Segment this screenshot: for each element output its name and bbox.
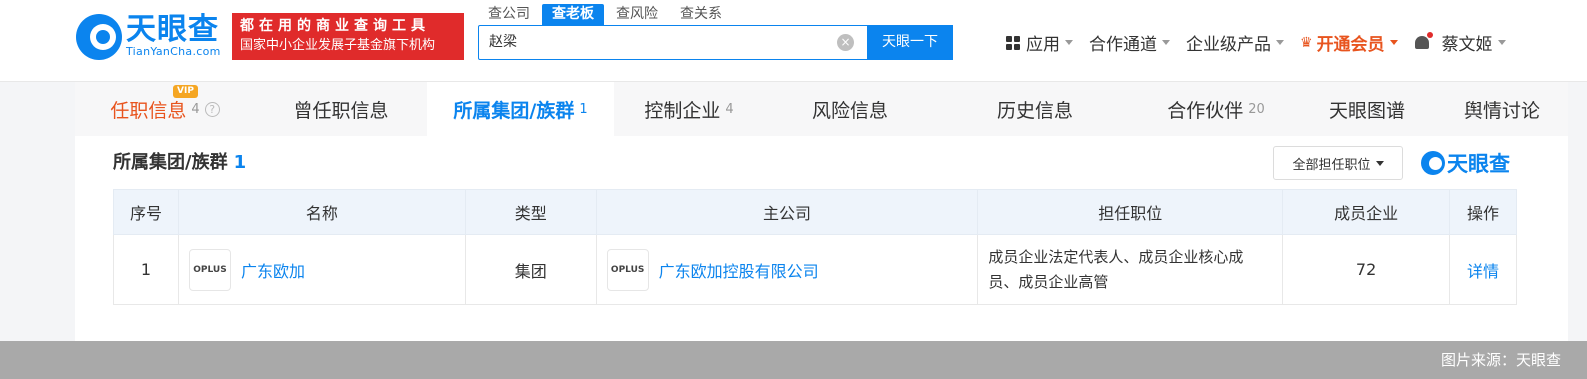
- row-index: 1: [113, 234, 179, 305]
- search-tab-company[interactable]: 查公司: [478, 4, 540, 25]
- image-source-text: 图片来源：天眼查: [1440, 351, 1561, 369]
- tianyancha-logo[interactable]: 天眼查 TianYanCha.com: [76, 14, 221, 60]
- eye-logo-icon: [1421, 151, 1445, 175]
- company-logo[interactable]: OPLUS: [606, 248, 649, 291]
- tab-group[interactable]: 所属集团/族群 1: [427, 82, 614, 136]
- banner-line-1: 都在用的商业查询工具: [240, 18, 430, 34]
- tab-history[interactable]: 历史信息: [936, 82, 1134, 136]
- top-nav: 应用 合作通道 企业级产品 ♛ 开通会员 蔡文姬: [1006, 30, 1522, 55]
- tab-label: 合作伙伴: [1167, 99, 1244, 122]
- search-tab-relation[interactable]: 查关系: [670, 4, 732, 25]
- tab-label: 天眼图谱: [1328, 99, 1405, 122]
- promo-banner: 都在用的商业查询工具 国家中小企业发展子基金旗下机构: [232, 13, 464, 60]
- section-title: 所属集团/族群 1: [113, 148, 246, 174]
- search-box: × 天眼一下: [478, 25, 953, 60]
- nav-channels[interactable]: 合作通道: [1089, 30, 1170, 55]
- row-position: 成员企业法定代表人、成员企业核心成员、成员企业高管: [977, 234, 1284, 305]
- nav-enterprise[interactable]: 企业级产品: [1186, 30, 1284, 55]
- parent-company-link[interactable]: 广东欧加控股有限公司: [659, 258, 819, 282]
- tab-controlled-companies[interactable]: 控制企业 4: [614, 82, 764, 136]
- crown-icon: ♛: [1300, 34, 1313, 51]
- row-action-cell: 详情: [1449, 234, 1517, 305]
- details-link[interactable]: 详情: [1467, 262, 1499, 281]
- tab-count: 4: [725, 101, 734, 117]
- filter-label: 全部担任职位: [1292, 157, 1371, 173]
- tab-count: 1: [579, 101, 588, 117]
- search-tab-boss[interactable]: 查老板: [542, 4, 604, 25]
- tab-positions[interactable]: VIP 任职信息 4 ?: [75, 82, 255, 136]
- bell-icon[interactable]: [1414, 31, 1433, 52]
- tab-label: 历史信息: [996, 99, 1073, 122]
- tab-partners[interactable]: 合作伙伴 20: [1134, 82, 1298, 136]
- user-name: 蔡文姬: [1441, 35, 1493, 55]
- tab-label: 控制企业: [644, 99, 721, 122]
- tab-label: 舆情讨论: [1463, 99, 1540, 122]
- tab-public-opinion[interactable]: 舆情讨论: [1436, 82, 1568, 136]
- group-name-link[interactable]: 广东欧加: [241, 258, 305, 282]
- nav-vip[interactable]: ♛ 开通会员: [1300, 30, 1398, 55]
- vip-badge: VIP: [173, 85, 198, 98]
- image-source-bar: 图片来源：天眼查: [0, 341, 1587, 379]
- tab-graph[interactable]: 天眼图谱: [1298, 82, 1436, 136]
- group-table: 序号 名称 类型 主公司 担任职位 成员企业 操作 1 OPLUS 广东欧加 集…: [113, 189, 1517, 305]
- banner-line-2: 国家中小企业发展子基金旗下机构: [240, 38, 436, 53]
- row-parent-cell: OPLUS 广东欧加控股有限公司: [595, 234, 979, 305]
- help-icon[interactable]: ?: [204, 101, 220, 117]
- logo-text: 天眼查 TianYanCha.com: [126, 14, 221, 58]
- eye-logo-icon: [76, 14, 122, 60]
- table-header-row: 序号 名称 类型 主公司 担任职位 成员企业 操作: [113, 189, 1517, 235]
- col-position: 担任职位: [977, 189, 1284, 235]
- logo-name: 天眼查: [126, 12, 219, 47]
- section-count: 1: [233, 152, 247, 173]
- tab-label: 所属集团/族群: [453, 99, 575, 122]
- search-tab-risk[interactable]: 查风险: [606, 4, 668, 25]
- logo-domain: TianYanCha.com: [126, 45, 221, 58]
- chevron-down-icon: [1162, 40, 1170, 45]
- chevron-down-icon: [1497, 40, 1506, 45]
- search-button[interactable]: 天眼一下: [867, 25, 953, 60]
- col-index: 序号: [113, 189, 179, 235]
- nav-channels-label: 合作通道: [1089, 35, 1157, 55]
- search-input[interactable]: [489, 33, 829, 49]
- tab-label: 曾任职信息: [293, 99, 389, 122]
- clear-icon[interactable]: ×: [837, 34, 854, 51]
- chevron-down-icon: [1276, 40, 1284, 45]
- row-type: 集团: [464, 234, 597, 305]
- chevron-down-icon: [1375, 160, 1384, 166]
- watermark-text: 天眼查: [1447, 152, 1510, 176]
- col-members: 成员企业: [1282, 189, 1450, 235]
- nav-enterprise-label: 企业级产品: [1186, 35, 1271, 55]
- nav-apps[interactable]: 应用: [1006, 30, 1073, 55]
- row-name-cell: OPLUS 广东欧加: [177, 234, 466, 305]
- company-logo[interactable]: OPLUS: [188, 248, 231, 291]
- col-name: 名称: [177, 189, 466, 235]
- position-filter-dropdown[interactable]: 全部担任职位: [1273, 146, 1403, 180]
- col-parent: 主公司: [595, 189, 979, 235]
- row-members: 72: [1282, 234, 1450, 305]
- chevron-down-icon: [1065, 40, 1073, 45]
- apps-grid-icon: [1006, 35, 1020, 50]
- tab-label: 风险信息: [811, 99, 888, 122]
- tab-count: 20: [1248, 101, 1265, 117]
- tab-former-positions[interactable]: 曾任职信息: [255, 82, 427, 136]
- table-row: 1 OPLUS 广东欧加 集团 OPLUS 广东欧加控股有限公司 成员企业法定代…: [113, 234, 1517, 305]
- nav-vip-label: 开通会员: [1316, 35, 1385, 55]
- notification-dot: [1426, 31, 1433, 38]
- main-content: VIP 任职信息 4 ? 曾任职信息 所属集团/族群 1 控制企业 4 风险信息…: [75, 82, 1568, 342]
- tab-count: 4: [191, 101, 200, 117]
- chevron-down-icon: [1389, 40, 1398, 45]
- watermark-logo: 天眼查: [1421, 148, 1510, 178]
- top-header: 天眼查 TianYanCha.com 都在用的商业查询工具 国家中小企业发展子基…: [0, 0, 1587, 82]
- col-action: 操作: [1449, 189, 1517, 235]
- section-title-text: 所属集团/族群: [113, 152, 228, 173]
- tab-label: 任职信息: [110, 99, 187, 122]
- user-menu[interactable]: 蔡文姬: [1442, 30, 1506, 55]
- col-type: 类型: [464, 189, 597, 235]
- tab-risk[interactable]: 风险信息: [764, 82, 936, 136]
- nav-apps-label: 应用: [1026, 35, 1060, 55]
- search-type-tabs: 查公司 查老板 查风险 查关系: [478, 4, 734, 25]
- person-tabs: VIP 任职信息 4 ? 曾任职信息 所属集团/族群 1 控制企业 4 风险信息…: [75, 82, 1568, 136]
